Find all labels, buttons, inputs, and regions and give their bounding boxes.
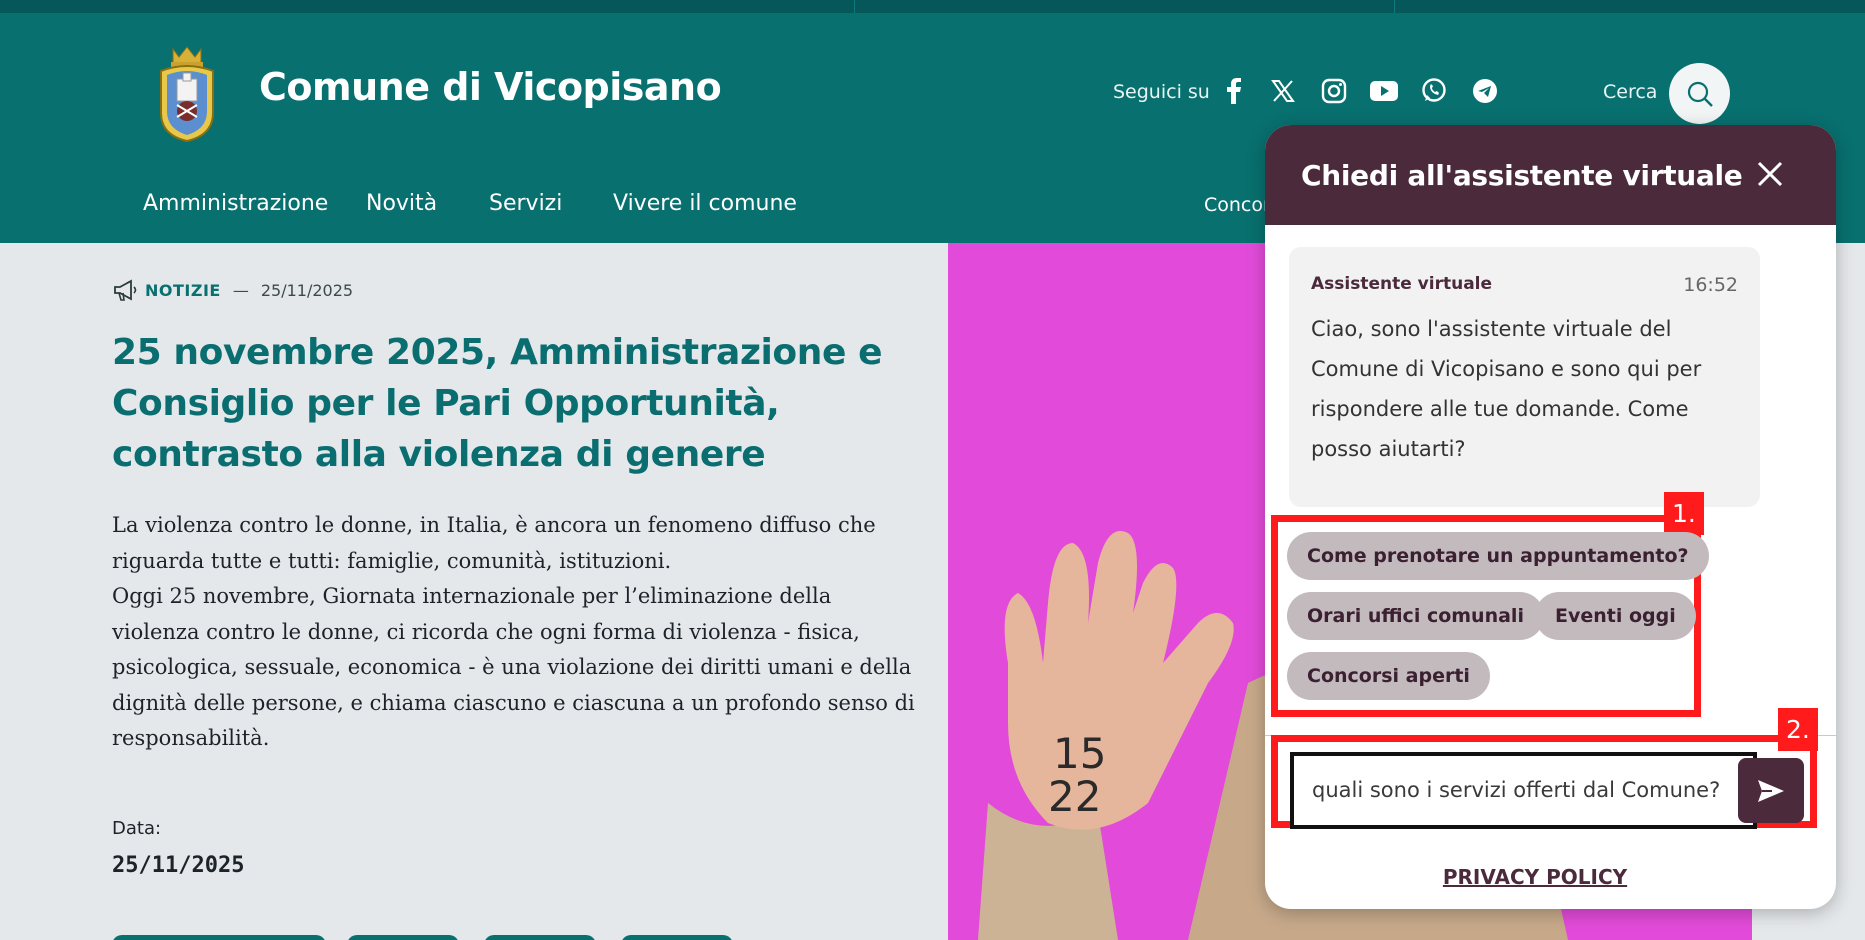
- social-label: Seguici su: [1113, 81, 1210, 103]
- nav-item-amministrazione[interactable]: Amministrazione: [143, 191, 328, 216]
- article-headline: 25 novembre 2025, Amministrazione e Cons…: [112, 332, 883, 475]
- article-paragraph: Oggi 25 novembre, Giornata internazional…: [112, 584, 915, 750]
- topic-tag[interactable]: [112, 935, 326, 940]
- top-strip-divider: [854, 0, 855, 13]
- topic-tag[interactable]: [484, 935, 596, 940]
- meta-separator: —: [232, 280, 249, 300]
- message-author: Assistente virtuale: [1311, 274, 1493, 294]
- instagram-icon[interactable]: [1319, 76, 1349, 106]
- close-icon: [1757, 161, 1783, 187]
- whatsapp-icon[interactable]: [1419, 76, 1449, 106]
- nav-item-vivere-il-comune[interactable]: Vivere il comune: [613, 191, 797, 216]
- virtual-assistant-chat: Chiedi all'assistente virtuale Assistent…: [1265, 125, 1836, 909]
- chat-title: Chiedi all'assistente virtuale: [1301, 159, 1743, 192]
- article-body: La violenza contro le donne, in Italia, …: [112, 508, 922, 757]
- suggestion-chip[interactable]: Eventi oggi: [1535, 592, 1696, 640]
- nav-item-novita[interactable]: Novità: [366, 191, 437, 216]
- nav-item-servizi[interactable]: Servizi: [489, 191, 562, 216]
- article: NOTIZIE — 25/11/2025 25 novembre 2025, A…: [0, 243, 948, 940]
- search-label: Cerca: [1603, 81, 1658, 103]
- annotation-badge: 2.: [1778, 708, 1818, 751]
- youtube-icon[interactable]: [1369, 76, 1399, 106]
- date-label: Data:: [112, 818, 162, 839]
- send-icon: [1758, 779, 1784, 802]
- hand-text: 22: [1048, 772, 1101, 821]
- suggestion-chip[interactable]: Come prenotare un appuntamento?: [1287, 532, 1709, 580]
- send-button[interactable]: [1738, 758, 1804, 823]
- suggestion-chip[interactable]: Orari uffici comunali: [1287, 592, 1544, 640]
- hand-text: 15: [1053, 729, 1106, 778]
- municipality-crest-logo[interactable]: [155, 43, 219, 143]
- x-icon[interactable]: [1268, 76, 1298, 106]
- article-paragraph: La violenza contro le donne, in Italia, …: [112, 513, 876, 573]
- suggestion-chip[interactable]: Concorsi aperti: [1287, 652, 1490, 700]
- chat-input[interactable]: quali sono i servizi offerti dal Comune?: [1290, 752, 1757, 829]
- message-text: Ciao, sono l'assistente virtuale del Com…: [1311, 317, 1702, 461]
- article-meta: NOTIZIE — 25/11/2025: [113, 279, 353, 301]
- date-value: 25/11/2025: [112, 853, 245, 878]
- topic-tag[interactable]: [347, 935, 459, 940]
- site-title[interactable]: Comune di Vicopisano: [259, 65, 722, 109]
- telegram-icon[interactable]: [1470, 76, 1500, 106]
- article-date: 25/11/2025: [260, 280, 354, 300]
- assistant-message: Assistente virtuale 16:52 Ciao, sono l'a…: [1289, 247, 1760, 507]
- search-button[interactable]: [1669, 63, 1730, 124]
- topic-tag[interactable]: [621, 935, 733, 940]
- top-strip: [0, 0, 1865, 13]
- top-strip-divider: [1394, 0, 1395, 13]
- search-icon: [1687, 81, 1713, 107]
- chat-header: Chiedi all'assistente virtuale: [1265, 125, 1836, 225]
- privacy-policy-link[interactable]: PRIVACY POLICY: [1265, 865, 1805, 889]
- megaphone-icon: [114, 279, 137, 301]
- close-button[interactable]: [1753, 157, 1787, 191]
- annotation-badge: 1.: [1664, 492, 1704, 535]
- message-time: 16:52: [1683, 274, 1738, 296]
- category-link[interactable]: NOTIZIE: [145, 281, 221, 300]
- facebook-icon[interactable]: [1219, 76, 1249, 106]
